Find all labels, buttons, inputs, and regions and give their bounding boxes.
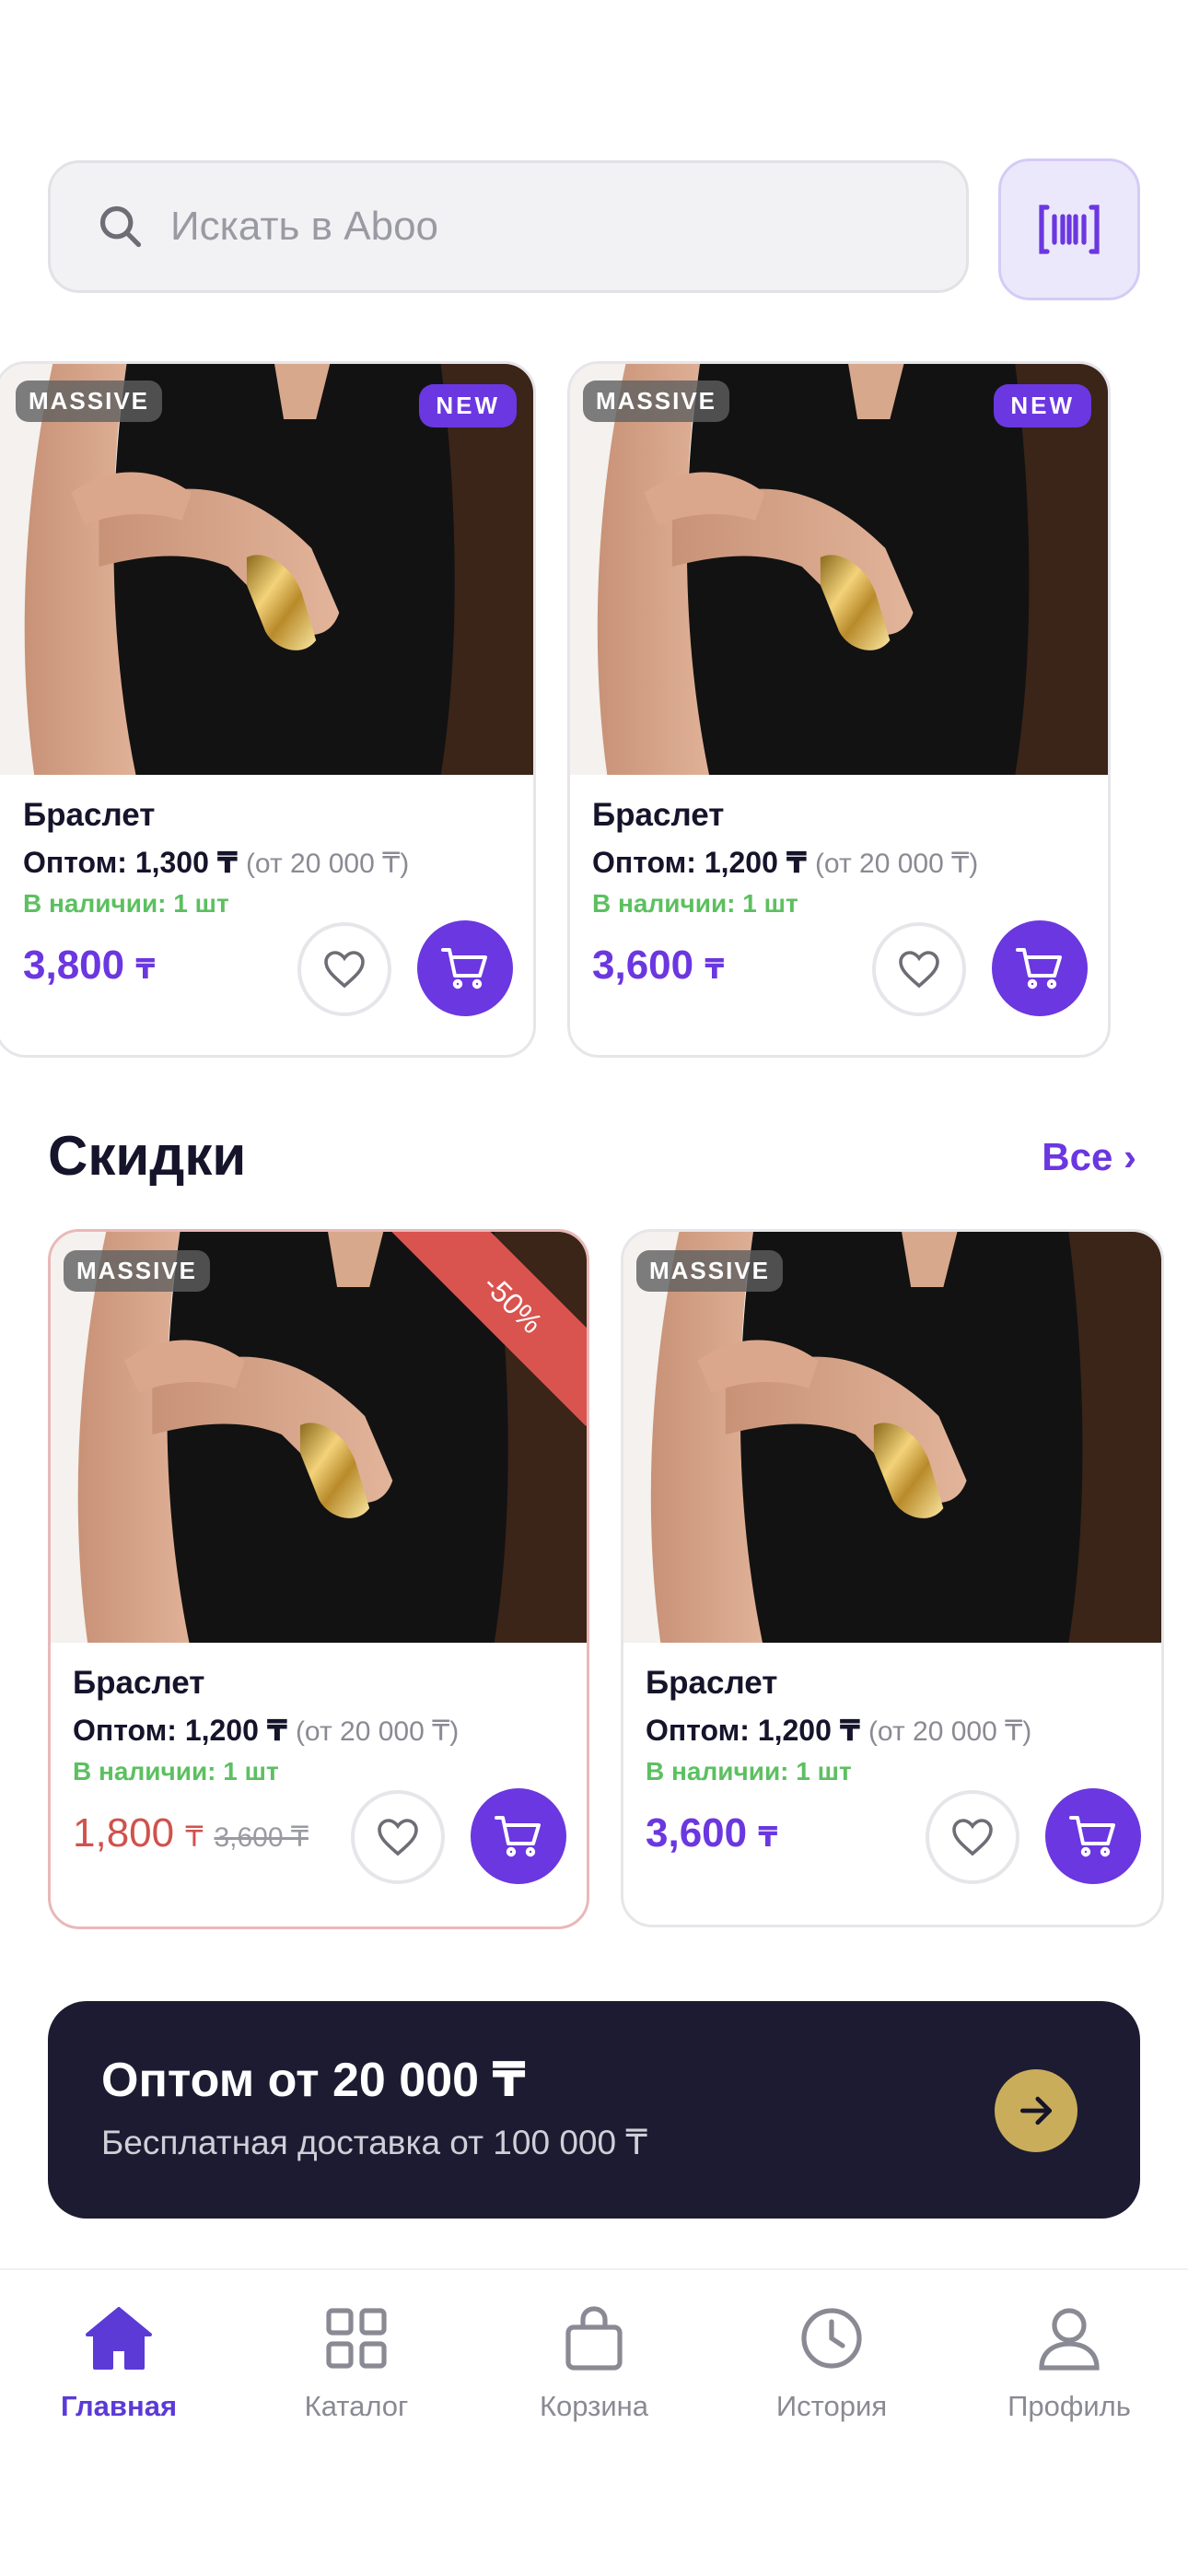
see-all-link[interactable]: Все › [1042, 1135, 1136, 1179]
product-card[interactable]: MASSIVE Браслет Оптом: 1,200 ₸ (от 20 00… [621, 1229, 1164, 1927]
heart-icon [952, 1819, 993, 1856]
tab-home[interactable]: Главная [0, 2301, 238, 2423]
barcode-scan-icon [1039, 205, 1100, 254]
heart-icon [324, 951, 365, 989]
bag-icon [565, 2306, 623, 2371]
cart-icon [1016, 948, 1062, 989]
cart-icon [441, 948, 487, 989]
tab-label: Главная [60, 2390, 178, 2422]
wholesale-price: Оптом: 1,200 ₸ (от 20 000 ₸) [592, 846, 979, 879]
tab-history[interactable]: История [713, 2301, 950, 2423]
massive-badge: MASSIVE [583, 381, 730, 422]
barcode-scan-button[interactable] [998, 158, 1140, 300]
bottom-tab-bar: Главная Каталог Корзина История Профиль [0, 2268, 1188, 2576]
stock-status: В наличии: 1 шт [646, 1757, 852, 1786]
heart-icon [899, 951, 939, 989]
product-price: 1,800 ₸ 3,600 ₸ [73, 1810, 309, 1856]
cart-icon [1069, 1816, 1115, 1857]
wholesale-banner[interactable]: Оптом от 20 000 ₸ Бесплатная доставка от… [48, 2001, 1140, 2219]
tab-catalog[interactable]: Каталог [238, 2301, 475, 2423]
massive-badge: MASSIVE [16, 381, 163, 422]
new-badge: NEW [994, 384, 1091, 427]
section-title: Скидки [48, 1125, 247, 1187]
tab-profile[interactable]: Профиль [950, 2301, 1188, 2423]
add-to-cart-button[interactable] [1045, 1788, 1141, 1884]
product-card[interactable]: MASSIVE NEW Браслет Оптом: 1,200 ₸ (от 2… [567, 361, 1111, 1058]
product-card[interactable]: MASSIVE NEW Браслет Оптом: 1,300 ₸ (от 2… [0, 361, 536, 1058]
old-price: 3,600 ₸ [214, 1822, 309, 1853]
tab-label: История [775, 2390, 888, 2422]
search-icon [99, 205, 142, 248]
add-to-cart-button[interactable] [992, 920, 1088, 1016]
user-icon [1039, 2308, 1100, 2371]
search-row: Искать в Aboo [48, 158, 1140, 300]
stock-status: В наличии: 1 шт [73, 1757, 279, 1786]
favorite-button[interactable] [926, 1790, 1019, 1884]
banner-arrow-button[interactable] [995, 2069, 1077, 2152]
product-title: Браслет [592, 797, 725, 833]
stock-status: В наличии: 1 шт [23, 889, 229, 918]
favorite-button[interactable] [351, 1790, 445, 1884]
tab-label: Каталог [304, 2390, 409, 2422]
arrow-right-icon [1019, 2096, 1053, 2125]
massive-badge: MASSIVE [64, 1250, 211, 1292]
product-price: 3,600 ₸ [592, 943, 725, 988]
wholesale-price: Оптом: 1,200 ₸ (от 20 000 ₸) [646, 1714, 1032, 1747]
tab-label: Профиль [1007, 2390, 1131, 2422]
add-to-cart-button[interactable] [417, 920, 513, 1016]
product-image[interactable] [623, 1232, 1161, 1643]
search-placeholder: Искать в Aboo [170, 204, 439, 249]
grid-icon [326, 2308, 387, 2369]
favorite-button[interactable] [297, 922, 391, 1016]
product-title: Браслет [73, 1665, 205, 1701]
wholesale-price: Оптом: 1,200 ₸ (от 20 000 ₸) [73, 1714, 460, 1747]
product-title: Браслет [23, 797, 156, 833]
massive-badge: MASSIVE [636, 1250, 784, 1292]
product-price: 3,600 ₸ [646, 1810, 778, 1856]
cart-icon [495, 1816, 541, 1857]
heart-icon [378, 1819, 418, 1856]
tab-cart[interactable]: Корзина [475, 2301, 713, 2423]
stock-status: В наличии: 1 шт [592, 889, 798, 918]
banner-subtitle: Бесплатная доставка от 100 000 ₸ [101, 2124, 647, 2161]
clock-icon [801, 2308, 862, 2369]
product-card[interactable]: MASSIVE -50% Браслет Оптом: 1,200 ₸ (от … [48, 1229, 589, 1929]
tab-label: Корзина [539, 2390, 649, 2422]
favorite-button[interactable] [872, 922, 966, 1016]
product-title: Браслет [646, 1665, 778, 1701]
home-icon [86, 2307, 152, 2370]
search-input[interactable]: Искать в Aboo [48, 160, 969, 293]
new-badge: NEW [419, 384, 517, 427]
wholesale-price: Оптом: 1,300 ₸ (от 20 000 ₸) [23, 846, 410, 879]
banner-title: Оптом от 20 000 ₸ [101, 2054, 526, 2107]
product-price: 3,800 ₸ [23, 943, 156, 988]
add-to-cart-button[interactable] [471, 1788, 566, 1884]
